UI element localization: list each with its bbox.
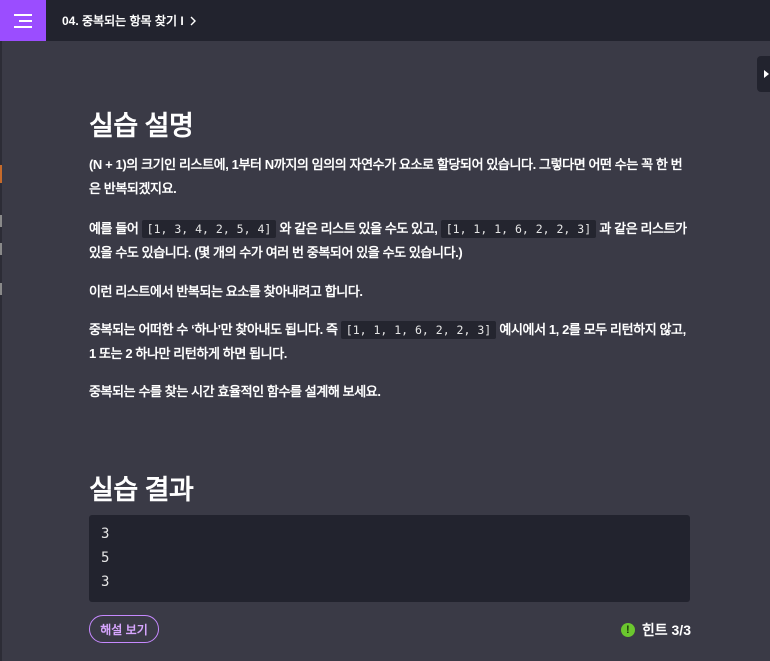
view-solution-button[interactable]: 해설 보기 xyxy=(89,615,159,643)
description-paragraph-4: 중복되는 어떠한 수 ‘하나’만 찾아내도 됩니다. 즉 [1, 1, 1, 6… xyxy=(89,318,691,366)
description-paragraph-2: 예를 들어 [1, 3, 4, 2, 5, 4] 와 같은 리스트 있을 수도 … xyxy=(89,217,691,265)
description-paragraph-1: (N + 1)의 크기인 리스트에, 1부터 N까지의 임의의 자연수가 요소로… xyxy=(89,157,683,196)
top-bar: 04. 중복되는 항목 찾기 I xyxy=(0,0,770,41)
hamburger-menu-icon xyxy=(14,13,32,28)
breadcrumb-title: 04. 중복되는 항목 찾기 I xyxy=(62,14,184,28)
code-example-1: [1, 3, 4, 2, 5, 4] xyxy=(141,220,277,238)
left-edge xyxy=(0,41,2,661)
hint-label: 힌트 3/3 xyxy=(641,622,691,638)
code-example-2: [1, 1, 1, 6, 2, 2, 3] xyxy=(440,220,597,238)
chevron-right-icon xyxy=(190,16,196,25)
breadcrumb[interactable]: 04. 중복되는 항목 찾기 I xyxy=(62,12,197,29)
code-example-3: [1, 1, 1, 6, 2, 2, 3] xyxy=(340,321,497,339)
left-edge-mark xyxy=(0,165,2,183)
description-paragraph-5: 중복되는 수를 찾는 시간 효율적인 함수를 설계해 보세요. xyxy=(89,384,381,399)
description-heading: 실습 설명 xyxy=(89,111,194,141)
result-line: 3 xyxy=(101,574,110,590)
hint-button[interactable]: ! 힌트 3/3 xyxy=(620,620,691,640)
result-line: 3 xyxy=(101,526,110,542)
result-heading: 실습 결과 xyxy=(89,475,194,505)
left-edge-mark xyxy=(0,283,2,295)
caret-right-icon xyxy=(764,70,769,78)
side-panel-toggle[interactable] xyxy=(757,56,770,92)
result-output: 3 5 3 xyxy=(89,515,690,602)
paragraph-text: 중복되는 어떠한 수 ‘하나’만 찾아내도 됩니다. 즉 xyxy=(89,322,338,337)
paragraph-text: 와 같은 리스트 있을 수도 있고, xyxy=(279,221,438,236)
paragraph-text: 예를 들어 xyxy=(89,221,139,236)
exclamation-circle-icon: ! xyxy=(620,623,635,637)
left-edge-mark xyxy=(0,243,2,255)
menu-button[interactable] xyxy=(0,0,46,41)
left-edge-mark xyxy=(0,215,2,227)
result-line: 5 xyxy=(101,550,110,566)
description-paragraph-3: 이런 리스트에서 반복되는 요소를 찾아내려고 합니다. xyxy=(89,284,363,299)
